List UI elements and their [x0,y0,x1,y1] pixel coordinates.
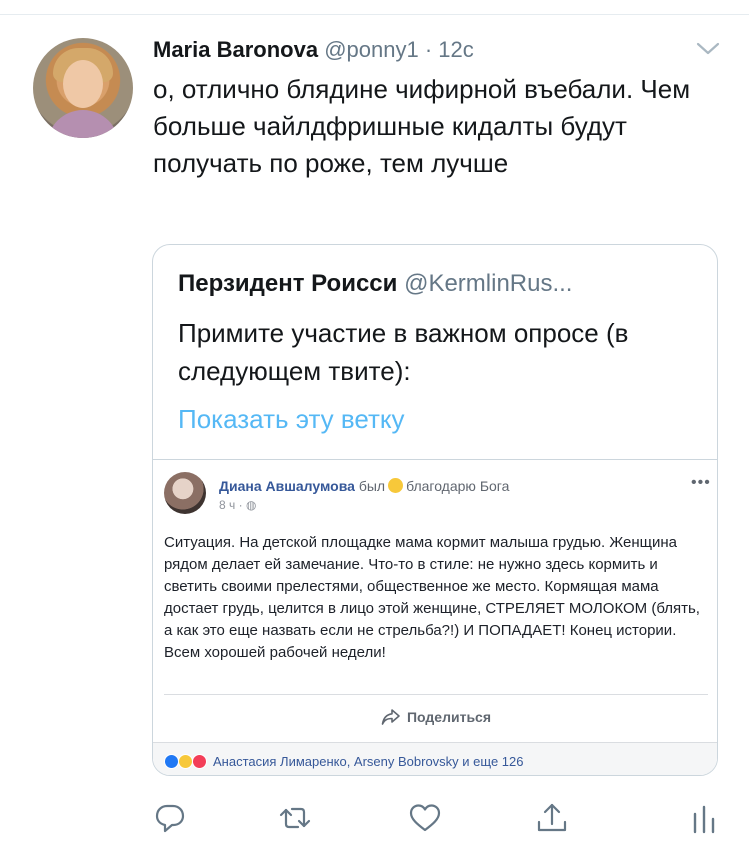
fb-divider [164,694,708,695]
fb-share-row: Поделиться [153,706,717,728]
show-thread-link[interactable]: Показать эту ветку [178,403,405,435]
quoted-author-handle: @KermlinRus... [404,270,573,297]
share-icon[interactable] [534,800,570,836]
fb-feeling-prefix: был [358,478,386,494]
haha-reaction-icon [178,754,193,769]
fb-post-body: Ситуация. На детской площадке мама корми… [164,534,700,661]
tweet-actions [0,800,749,840]
globe-icon: ◍ [245,498,257,512]
love-reaction-icon [192,754,207,769]
separator: · [424,37,433,62]
chevron-down-icon[interactable] [695,38,721,58]
quoted-tweet-text: Примите участие в важном опросе (в следу… [178,318,629,386]
fb-time-text: 8 ч · [219,498,243,512]
top-divider [0,14,749,15]
fb-reactions-text: Анастасия Лимаренко, Arseny Bobrovsky и … [213,754,524,769]
fb-feeling-text: благодарю Бога [406,478,510,494]
fb-avatar [164,472,206,514]
quoted-tweet[interactable]: Перзидент Роисси @KermlinRus... Примите … [152,244,718,776]
quoted-author-name: Перзидент Роисси [178,270,398,297]
smile-emoji-icon [388,478,404,493]
tweet-header: Maria Baronova @ponny1 · 12с [153,37,474,63]
fb-reactions-bar: Анастасия Лимаренко, Arseny Bobrovsky и … [153,742,717,775]
fb-author-name: Диана Авшалумова [219,478,355,494]
avatar-body [47,110,119,138]
retweet-icon[interactable] [277,800,313,836]
share-arrow-icon [381,709,400,725]
avatar-face [63,60,103,108]
heart-icon[interactable] [407,800,443,836]
tweet-time[interactable]: 12с [438,37,473,62]
fb-share-label: Поделиться [406,709,492,725]
facebook-post-image: Диана Авшалумова был благодарю Бога 8 ч ·… [153,459,717,775]
like-reaction-icon [164,754,179,769]
author-name[interactable]: Maria Baronova [153,37,318,62]
avatar[interactable] [33,38,133,138]
more-icon: ••• [691,474,711,491]
analytics-icon[interactable] [687,800,723,836]
author-handle[interactable]: @ponny1 [324,37,419,62]
reply-icon[interactable] [152,800,188,836]
tweet-text: о, отлично блядине чифирной въебали. Чем… [153,74,691,178]
fb-post-header: Диана Авшалумова был благодарю Бога [219,477,509,495]
quoted-tweet-header: Перзидент Роисси @KermlinRus... [178,269,572,299]
fb-post-time: 8 ч · ◍ [219,497,256,513]
